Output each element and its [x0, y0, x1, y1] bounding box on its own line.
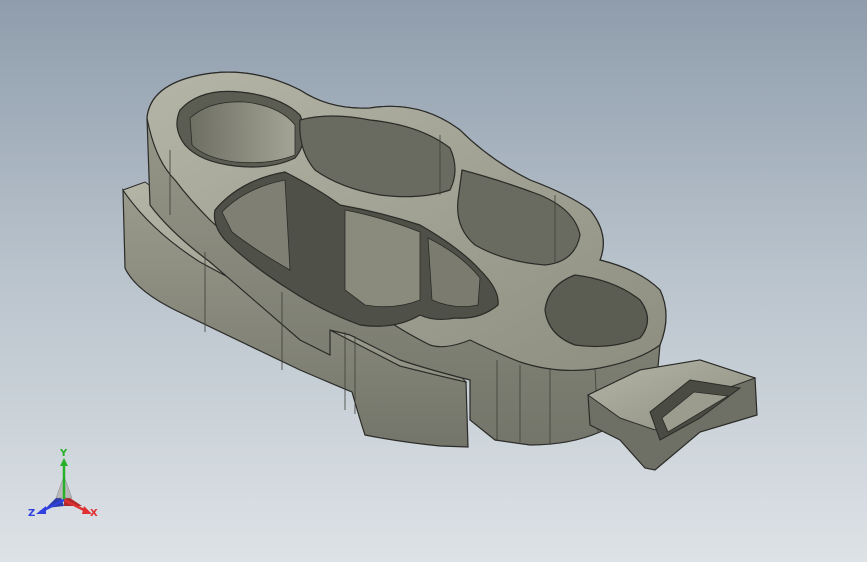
knuckle-3d-model[interactable] — [0, 0, 867, 562]
graphics-viewport[interactable]: Y X Z — [0, 0, 867, 562]
triad-z-arrow — [36, 506, 46, 514]
triad-y-label: Y — [59, 448, 68, 459]
axis-triad: Y X Z — [28, 448, 98, 519]
triad-z-label: Z — [28, 508, 35, 519]
triad-y-arrow — [60, 458, 68, 466]
triad-x-label: X — [90, 508, 98, 519]
